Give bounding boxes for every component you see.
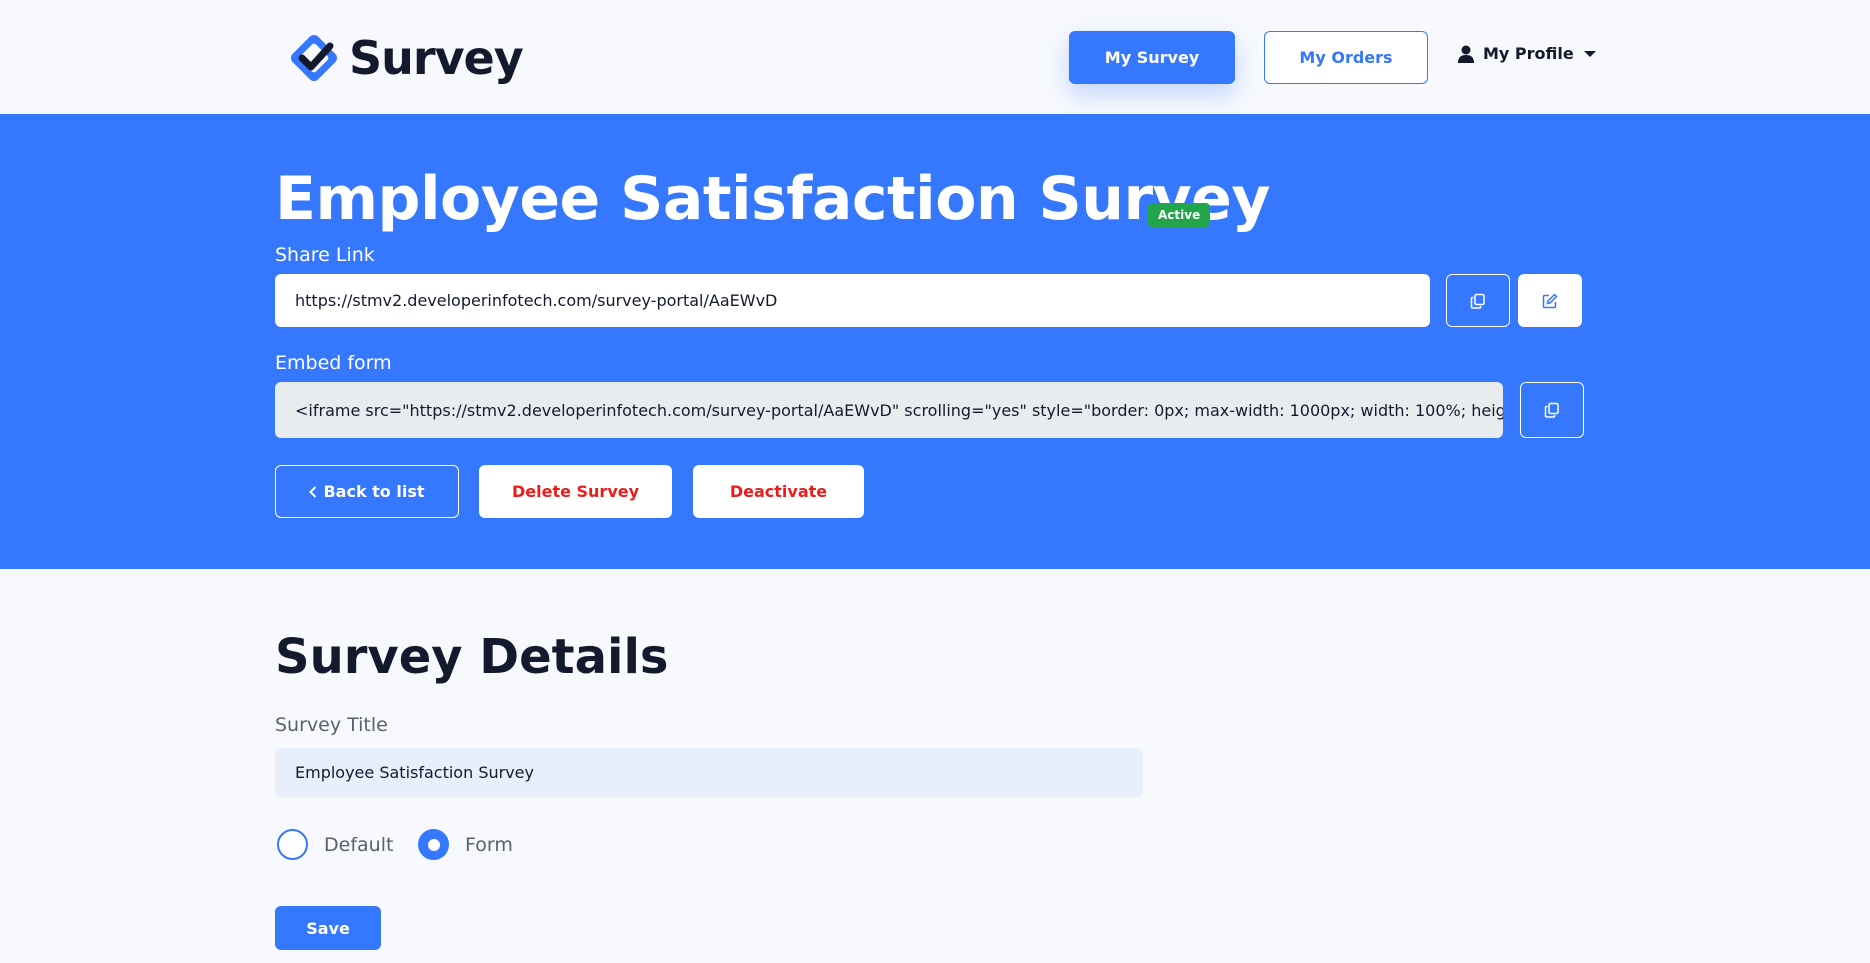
check-diamond-icon — [285, 29, 343, 87]
radio-form[interactable]: Form — [418, 829, 513, 860]
my-survey-button[interactable]: My Survey — [1069, 31, 1235, 84]
survey-title-label: Survey Title — [275, 714, 388, 736]
survey-header: Employee Satisfaction Survey Active Shar… — [0, 114, 1870, 569]
profile-dropdown[interactable]: My Profile — [1458, 44, 1596, 63]
survey-title-input[interactable]: Employee Satisfaction Survey — [275, 748, 1143, 797]
back-to-list-button[interactable]: Back to list — [275, 465, 459, 518]
user-icon — [1458, 45, 1474, 63]
chevron-left-icon — [309, 485, 317, 498]
delete-survey-button[interactable]: Delete Survey — [479, 465, 672, 518]
radio-default[interactable]: Default — [277, 829, 393, 860]
radio-form-label: Form — [465, 833, 513, 856]
radio-circle[interactable] — [277, 829, 308, 860]
embed-form-label: Embed form — [275, 352, 392, 374]
logo[interactable]: Survey — [285, 29, 524, 87]
logo-text: Survey — [349, 31, 524, 85]
copy-icon — [1544, 402, 1560, 418]
save-button[interactable]: Save — [275, 906, 381, 950]
status-badge: Active — [1148, 203, 1211, 227]
radio-default-label: Default — [324, 833, 394, 856]
copy-icon — [1470, 293, 1486, 309]
my-orders-button[interactable]: My Orders — [1264, 31, 1428, 84]
profile-label: My Profile — [1483, 44, 1574, 63]
top-navbar: Survey My Survey My Orders My Profile — [0, 0, 1870, 114]
edit-icon — [1542, 292, 1558, 309]
caret-down-icon — [1583, 50, 1596, 57]
deactivate-button[interactable]: Deactivate — [693, 465, 864, 518]
section-title: Survey Details — [275, 629, 669, 685]
radio-circle[interactable] — [418, 829, 449, 860]
share-link-label: Share Link — [275, 244, 375, 266]
page-title: Employee Satisfaction Survey — [275, 164, 1270, 234]
edit-link-button[interactable] — [1518, 274, 1582, 327]
embed-code-input[interactable]: <iframe src="https://stmv2.developerinfo… — [275, 382, 1503, 438]
back-to-list-label: Back to list — [323, 482, 425, 501]
copy-link-button[interactable] — [1446, 274, 1510, 327]
share-link-input[interactable]: https://stmv2.developerinfotech.com/surv… — [275, 274, 1430, 327]
copy-embed-button[interactable] — [1520, 382, 1584, 438]
